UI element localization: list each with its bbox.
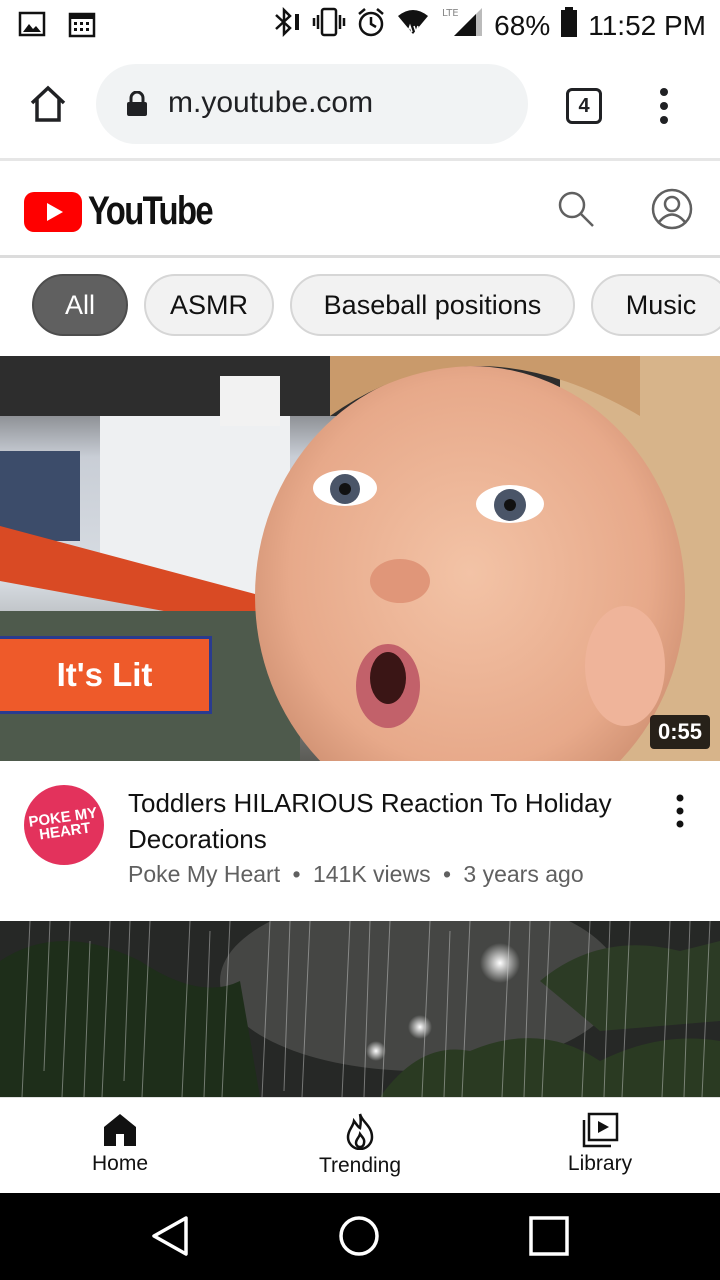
home-circle-icon[interactable] bbox=[338, 1215, 380, 1262]
tab-switcher-button[interactable]: 4 bbox=[566, 88, 602, 124]
channel-avatar-text: POKE MY HEART bbox=[27, 804, 99, 844]
browser-toolbar: m.youtube.com 4 bbox=[0, 50, 720, 160]
nav-home[interactable]: Home bbox=[40, 1112, 200, 1176]
youtube-wordmark: YouTube bbox=[88, 189, 214, 233]
system-navigation-bar bbox=[0, 1193, 720, 1280]
chip-baseball-positions[interactable]: Baseball positions bbox=[290, 274, 575, 336]
lock-icon bbox=[126, 90, 148, 122]
youtube-play-icon bbox=[24, 191, 82, 232]
chip-music[interactable]: Music bbox=[591, 274, 720, 336]
bottom-navigation: Home Trending Library bbox=[0, 1097, 720, 1193]
video-title[interactable]: Toddlers HILARIOUS Reaction To Holiday D… bbox=[128, 785, 648, 857]
library-icon bbox=[582, 1112, 619, 1148]
video-menu-icon[interactable] bbox=[672, 793, 688, 834]
separator: • bbox=[442, 861, 452, 887]
trending-flame-icon bbox=[346, 1113, 374, 1150]
header-divider bbox=[0, 255, 720, 258]
home-filled-icon bbox=[104, 1114, 136, 1146]
video-thumbnail[interactable] bbox=[0, 921, 720, 1097]
gallery-notification-icon bbox=[18, 10, 46, 43]
video-duration-badge: 0:55 bbox=[649, 715, 710, 749]
browser-menu-icon[interactable] bbox=[654, 86, 674, 131]
nav-trending[interactable]: Trending bbox=[280, 1112, 440, 1178]
signal-icon: LTE bbox=[440, 6, 484, 45]
svg-text:LTE: LTE bbox=[442, 8, 459, 19]
home-icon[interactable] bbox=[28, 84, 68, 129]
thumbnail-image bbox=[0, 921, 720, 1097]
nav-library-label: Library bbox=[567, 1152, 633, 1175]
bluetooth-icon bbox=[272, 6, 302, 45]
channel-avatar[interactable]: POKE MY HEART bbox=[24, 785, 104, 865]
calendar-notification-icon bbox=[68, 10, 96, 43]
search-icon[interactable] bbox=[556, 189, 596, 234]
chip-asmr[interactable]: ASMR bbox=[144, 274, 274, 336]
address-bar[interactable]: m.youtube.com bbox=[96, 64, 528, 144]
wifi-icon bbox=[396, 6, 430, 45]
battery-percent: 68% bbox=[494, 9, 551, 41]
status-notifications bbox=[18, 10, 96, 43]
youtube-header: YouTube bbox=[0, 161, 720, 256]
clock: 11:52 PM bbox=[588, 9, 706, 41]
thumbnail-caption: It's Lit bbox=[0, 636, 212, 714]
separator: • bbox=[292, 861, 301, 887]
video-subtitle: Poke My Heart • 141K views • 3 years ago bbox=[128, 861, 584, 888]
back-icon[interactable] bbox=[150, 1215, 190, 1262]
nav-trending-label: Trending bbox=[318, 1154, 402, 1177]
filter-chips: All ASMR Baseball positions Music bbox=[0, 272, 720, 340]
url-text: m.youtube.com bbox=[168, 86, 374, 119]
channel-name[interactable]: Poke My Heart bbox=[128, 861, 280, 887]
upload-age: 3 years ago bbox=[463, 861, 584, 887]
view-count: 141K views bbox=[312, 861, 431, 887]
nav-library[interactable]: Library bbox=[520, 1112, 680, 1176]
chip-all[interactable]: All bbox=[32, 274, 128, 336]
recents-icon[interactable] bbox=[528, 1215, 570, 1262]
youtube-logo[interactable]: YouTube bbox=[24, 189, 239, 234]
vibrate-icon bbox=[312, 6, 346, 45]
video-metadata: POKE MY HEART Toddlers HILARIOUS Reactio… bbox=[0, 761, 720, 919]
screen: LTE 68% 11:52 PM m.youtube.com 4 YouTube… bbox=[0, 0, 720, 1280]
status-bar: LTE 68% 11:52 PM bbox=[0, 0, 720, 50]
battery-icon bbox=[560, 6, 578, 45]
alarm-icon bbox=[356, 6, 386, 45]
account-icon[interactable] bbox=[650, 187, 694, 236]
status-indicators: LTE 68% 11:52 PM bbox=[272, 6, 706, 45]
nav-home-label: Home bbox=[91, 1152, 149, 1175]
video-thumbnail[interactable]: It's Lit 0:55 bbox=[0, 356, 720, 761]
